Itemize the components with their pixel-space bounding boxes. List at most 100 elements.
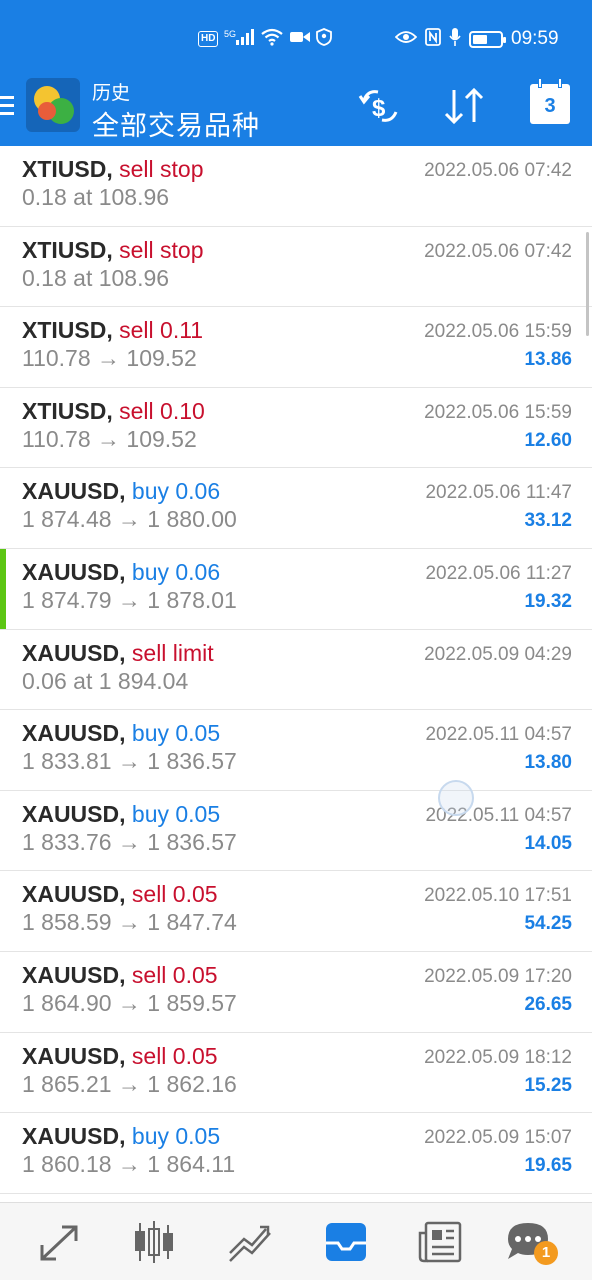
- app-logo: [26, 78, 80, 132]
- trade-title: XTIUSD, sell 0.10: [22, 398, 205, 425]
- news-icon[interactable]: [416, 1219, 464, 1265]
- 5g-signal-icon: 5G: [224, 29, 255, 49]
- trade-row[interactable]: XTIUSD, sell stop 0.18 at 108.96 2022.05.0…: [0, 227, 592, 308]
- nfc-icon: [425, 28, 441, 50]
- trade-detail: 1 833.76 → 1 836.57: [22, 828, 237, 855]
- trade-date: 2022.05.09 15:07: [424, 1127, 572, 1149]
- trade-title: XAUUSD, sell 0.05: [22, 881, 218, 908]
- trade-title: XAUUSD, buy 0.06: [22, 478, 220, 505]
- trade-row[interactable]: XTIUSD, sell 0.11 110.78 → 109.52 2022.05.…: [0, 307, 592, 388]
- trade-title: XAUUSD, buy 0.05: [22, 720, 220, 747]
- trade-action: sell stop: [119, 236, 204, 263]
- trade-date: 2022.05.09 04:29: [424, 643, 572, 665]
- bottom-nav: 1: [0, 1202, 592, 1280]
- trade-action: sell 0.05: [131, 1042, 218, 1069]
- trade-date: 2022.05.09 18:12: [424, 1046, 572, 1068]
- touch-indicator: [438, 780, 474, 816]
- trade-symbol: XTIUSD,: [22, 397, 113, 424]
- trade-row[interactable]: XTIUSD, sell 0.10 110.78 → 109.52 2022.05.…: [0, 388, 592, 469]
- trade-detail: 0.06 at 1 894.04: [22, 667, 189, 694]
- trade-profit: 19.32: [524, 590, 572, 612]
- calendar-icon[interactable]: 3: [530, 78, 570, 124]
- trade-action: sell limit: [131, 639, 214, 666]
- trade-title: XTIUSD, sell 0.11: [22, 317, 203, 344]
- trade-symbol: XAUUSD,: [22, 639, 126, 666]
- trade-date: 2022.05.06 07:42: [424, 160, 572, 181]
- trade-detail: 1 864.90 → 1 859.57: [22, 989, 237, 1016]
- trade-symbol: XTIUSD,: [22, 156, 113, 182]
- trade-title: XAUUSD, sell 0.05: [22, 962, 218, 989]
- trade-action: sell 0.05: [131, 961, 218, 988]
- trade-title: XAUUSD, sell 0.05: [22, 1043, 218, 1070]
- trade-profit: 26.65: [524, 993, 572, 1015]
- trade-date: 2022.05.06 15:59: [424, 401, 572, 423]
- wifi-icon: [260, 28, 284, 50]
- trade-profit: 14.05: [524, 832, 572, 854]
- trade-detail: 0.18 at 108.96: [22, 264, 170, 291]
- trade-profit: 13.86: [524, 349, 572, 371]
- history-icon[interactable]: [322, 1219, 370, 1265]
- trade-title: XAUUSD, buy 0.05: [22, 1123, 220, 1150]
- trade-title: XAUUSD, sell limit: [22, 640, 214, 667]
- trade-row[interactable]: XAUUSD, sell limit 0.06 at 1 894.04 2022.0…: [0, 630, 592, 711]
- trade-detail: 1 833.81 → 1 836.57: [22, 748, 237, 775]
- trade-row[interactable]: XAUUSD, sell 0.05 1 865.21 → 1 862.16 2022…: [0, 1033, 592, 1114]
- trade-symbol: XTIUSD,: [22, 236, 113, 263]
- trade-profit: 19.65: [524, 1155, 572, 1177]
- trade-symbol: XTIUSD,: [22, 317, 113, 344]
- trade-detail: 0.18 at 108.96: [22, 184, 170, 210]
- symbol-filter-title[interactable]: 全部交易品种: [92, 104, 260, 143]
- trade-date: 2022.05.06 11:27: [425, 562, 572, 584]
- battery-icon: [469, 30, 506, 48]
- trade-symbol: XAUUSD,: [22, 478, 126, 505]
- quotes-icon[interactable]: [36, 1219, 84, 1265]
- trade-row[interactable]: XAUUSD, sell 0.05 1 858.59 → 1 847.74 2022…: [0, 871, 592, 952]
- trade-row[interactable]: XTIUSD, sell stop 0.18 at 108.96 2022.05.0…: [0, 146, 592, 227]
- hd-icon: HD: [198, 31, 219, 47]
- trade-row[interactable]: XAUUSD, buy 0.06 1 874.48 → 1 880.00 2022.…: [0, 468, 592, 549]
- eye-icon: [394, 30, 418, 48]
- status-left-icons: HD 5G: [198, 28, 333, 50]
- trade-action: buy 0.05: [131, 800, 221, 827]
- chart-icon[interactable]: [130, 1219, 178, 1265]
- dollar-exchange-icon[interactable]: $: [358, 86, 402, 134]
- trade-row[interactable]: XAUUSD, buy 0.05 1 860.18 → 1 864.11 2022.…: [0, 1113, 592, 1194]
- trade-profit: 13.80: [524, 752, 572, 774]
- trade-detail: 1 874.48 → 1 880.00: [22, 506, 237, 533]
- trade-row[interactable]: XAUUSD, buy 0.06 1 874.79 → 1 878.01 2022.…: [0, 548, 592, 630]
- trade-row[interactable]: XAUUSD, buy 0.05 1 833.81 → 1 836.57 2022.…: [0, 710, 592, 791]
- trade-action: sell 0.05: [131, 881, 218, 908]
- trade-title: XTIUSD, sell stop: [22, 156, 204, 183]
- trade-action: sell 0.11: [119, 317, 204, 344]
- page-subtitle: 历史: [92, 83, 131, 104]
- trade-detail: 110.78 → 109.52: [22, 345, 197, 372]
- trade-action: sell 0.10: [119, 397, 205, 424]
- chat-icon[interactable]: 1: [504, 1219, 558, 1265]
- trade-date: 2022.05.06 11:47: [425, 482, 572, 504]
- video-camera-icon: [290, 30, 311, 48]
- status-bar: HD 5G 09:59: [0, 0, 592, 84]
- trade-profit: 54.25: [524, 913, 572, 935]
- trade-row[interactable]: XAUUSD, sell 0.05 1 864.90 → 1 859.57 2022…: [0, 952, 592, 1033]
- trade-title: XAUUSD, buy 0.06: [22, 559, 220, 586]
- microphone-icon: [449, 28, 461, 50]
- trade-date: 2022.05.06 07:42: [424, 240, 572, 262]
- trade-symbol: XAUUSD,: [22, 961, 126, 988]
- clock: 09:59: [511, 28, 559, 49]
- trade-history-list[interactable]: XTIUSD, sell stop 0.18 at 108.96 2022.05.0…: [0, 146, 592, 1202]
- trade-date: 2022.05.10 17:51: [424, 885, 572, 907]
- sort-icon[interactable]: [442, 86, 486, 135]
- trade-date: 2022.05.06 15:59: [424, 321, 572, 343]
- trade-symbol: XAUUSD,: [22, 881, 126, 908]
- trade-symbol: XAUUSD,: [22, 1042, 126, 1069]
- list-scrollbar[interactable]: [586, 232, 589, 336]
- trade-action: buy 0.05: [131, 1123, 221, 1150]
- trade-row[interactable]: XAUUSD, buy 0.05 1 833.76 → 1 836.57 2022.…: [0, 791, 592, 872]
- trade-symbol: XAUUSD,: [22, 558, 126, 585]
- trade-profit: 15.25: [524, 1074, 572, 1096]
- trade-action: buy 0.05: [131, 720, 221, 747]
- app-bar: 历史 全部交易品种 $ 3: [0, 78, 592, 146]
- menu-icon[interactable]: [0, 96, 16, 118]
- trade-symbol: XAUUSD,: [22, 1123, 126, 1150]
- trade-icon[interactable]: [226, 1219, 274, 1265]
